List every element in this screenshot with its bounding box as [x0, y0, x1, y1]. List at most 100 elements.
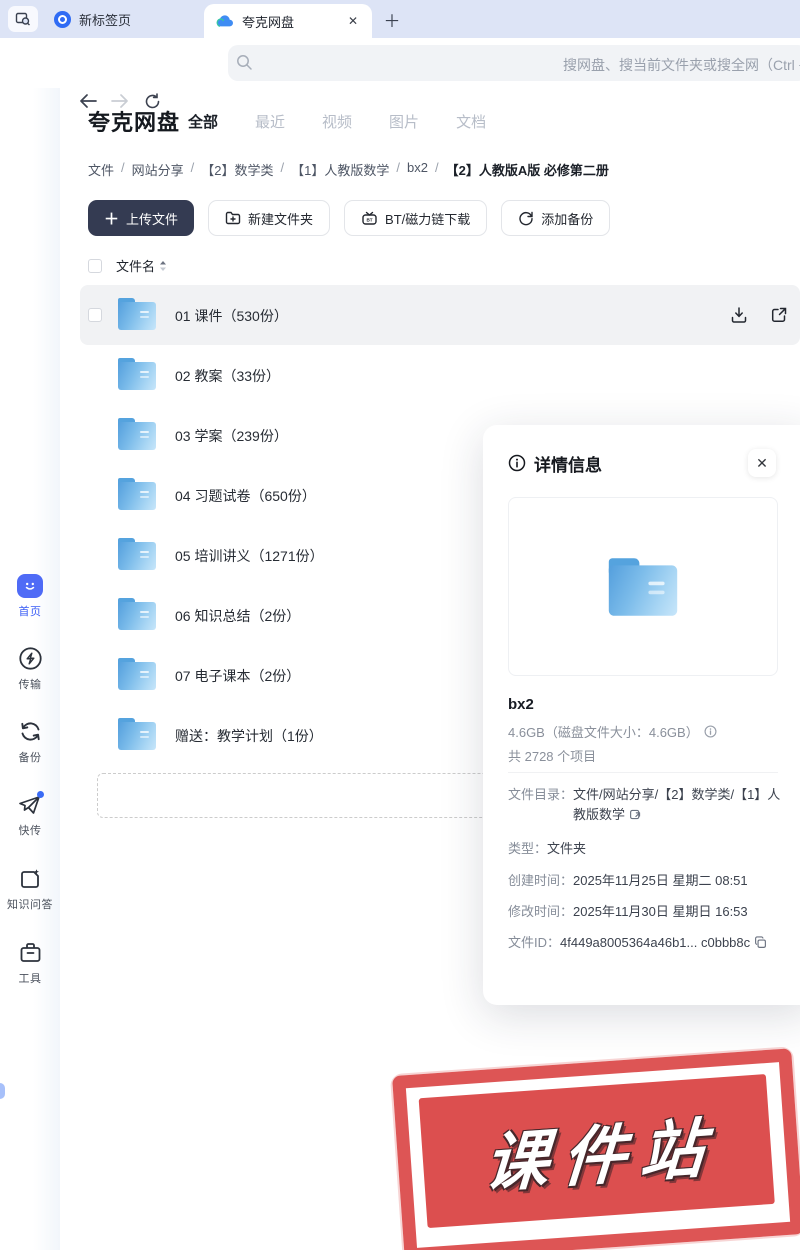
divider [508, 772, 778, 773]
file-name: 赠送：教学计划（1份） [175, 726, 323, 746]
app-window: 新标签页 夸克网盘 ✕ ＋ 搜网盘、搜当前文件夹或搜全网（Ctrl + F） [0, 0, 800, 1250]
details-directory: 文件目录： 文件/网站分享/【2】数学类/【1】人教版数学 [508, 785, 790, 825]
info-icon [508, 454, 526, 472]
breadcrumb-item[interactable]: 网站分享 [132, 160, 184, 179]
app-sidebar: 首页 传输 备份 快传 知识问答 [0, 88, 60, 1250]
sidebar-item-label: 备份 [19, 749, 42, 765]
svg-text:BT: BT [366, 217, 372, 222]
breadcrumb-separator: / [435, 160, 439, 179]
file-row[interactable]: 01 课件（530份） [80, 285, 800, 345]
sidebar-item-label: 工具 [19, 970, 42, 986]
tab-video[interactable]: 视频 [322, 111, 352, 132]
type-label: 类型： [508, 839, 547, 859]
sidebar-item-transfer[interactable]: 传输 [0, 646, 60, 692]
copy-icon[interactable] [754, 936, 767, 949]
page-title: 夸克网盘 [88, 105, 180, 137]
download-icon[interactable] [730, 306, 748, 324]
sidebar-item-tools[interactable]: 工具 [0, 941, 60, 986]
home-icon [17, 574, 43, 598]
folder-icon [118, 478, 156, 510]
breadcrumb-item[interactable]: 【1】人教版数学 [291, 160, 389, 179]
file-name: 06 知识总结（2份） [175, 606, 300, 626]
breadcrumb-item[interactable]: 文件 [88, 160, 114, 179]
tab-label: 新标签页 [79, 10, 131, 29]
breadcrumb-separator: / [121, 160, 125, 179]
notification-dot [37, 791, 44, 798]
breadcrumb-item[interactable]: bx2 [407, 160, 428, 179]
upload-label: 上传文件 [126, 209, 178, 228]
knowledge-qa-icon [18, 867, 43, 891]
browser-tab-newtab[interactable]: 新标签页 [44, 5, 164, 33]
folder-plus-icon [225, 211, 241, 225]
paper-plane-icon [17, 793, 43, 817]
tab-image[interactable]: 图片 [389, 111, 419, 132]
sidebar-item-label: 快传 [19, 822, 42, 838]
backup-circle-icon [518, 210, 534, 226]
goto-folder-icon[interactable] [629, 808, 642, 821]
folder-icon-large [609, 558, 677, 616]
new-folder-button[interactable]: 新建文件夹 [208, 200, 330, 236]
courseware-stamp: 课件站 [392, 1048, 800, 1250]
sidebar-item-knowledge-qa[interactable]: 知识问答 [0, 867, 60, 912]
folder-icon [118, 538, 156, 570]
select-all-checkbox[interactable] [88, 259, 102, 273]
quark-browser-icon [54, 11, 71, 28]
add-backup-button[interactable]: 添加备份 [501, 200, 610, 236]
breadcrumb-separator: / [191, 160, 195, 179]
breadcrumb-item[interactable]: 【2】数学类 [201, 160, 273, 179]
sidebar-item-quick-send[interactable]: 快传 [0, 793, 60, 838]
open-share-icon[interactable] [770, 306, 788, 324]
details-folder-name: bx2 [508, 696, 534, 713]
row-checkbox[interactable] [88, 308, 102, 322]
sidebar-item-backup[interactable]: 备份 [0, 719, 60, 765]
list-header: 文件名 [88, 256, 167, 275]
details-header: 详情信息 ✕ [508, 449, 788, 477]
transfer-icon [18, 646, 43, 671]
created-value: 2025年11月25日 星期二 08:51 [573, 871, 748, 891]
details-close-button[interactable]: ✕ [748, 449, 776, 477]
browser-tabbar: 新标签页 夸克网盘 ✕ ＋ [0, 0, 800, 38]
tab-search-button[interactable] [8, 6, 38, 32]
folder-preview-card [508, 497, 778, 676]
breadcrumb-separator: / [281, 160, 285, 179]
modified-value: 2025年11月30日 星期日 16:53 [573, 902, 748, 922]
stamp-text: 课件站 [472, 1096, 722, 1206]
upload-button[interactable]: ＋ 上传文件 [88, 200, 194, 236]
tab-recent[interactable]: 最近 [255, 111, 285, 132]
details-type: 类型： 文件夹 [508, 839, 790, 859]
details-panel: 详情信息 ✕ bx2 4.6GB（磁盘文件大小：4.6GB） 共 2728 个项… [483, 425, 800, 1005]
tab-all[interactable]: 全部 [188, 111, 218, 132]
info-icon-small[interactable] [704, 725, 717, 738]
plus-icon: ＋ [104, 208, 119, 229]
tab-doc[interactable]: 文档 [456, 111, 486, 132]
folder-icon [118, 358, 156, 390]
row-actions [730, 306, 788, 324]
category-tabs: 全部 最近 视频 图片 文档 [188, 111, 486, 132]
add-backup-label: 添加备份 [541, 209, 593, 228]
browser-tab-quark-drive[interactable]: 夸克网盘 ✕ [204, 4, 372, 38]
folder-icon [118, 658, 156, 690]
search-placeholder: 搜网盘、搜当前文件夹或搜全网（Ctrl + F） [563, 55, 800, 75]
column-filename[interactable]: 文件名 [116, 256, 167, 275]
file-name: 05 培训讲义（1271份） [175, 546, 324, 566]
toolbox-icon [18, 941, 43, 965]
sidebar-item-label: 传输 [19, 676, 42, 692]
file-name: 01 课件（530份） [175, 306, 288, 326]
new-tab-button[interactable]: ＋ [380, 7, 404, 31]
file-name: 04 习题试卷（650份） [175, 486, 316, 506]
details-title: 详情信息 [534, 451, 748, 476]
folder-icon [118, 418, 156, 450]
created-label: 创建时间： [508, 871, 573, 891]
folder-icon [118, 598, 156, 630]
bt-download-button[interactable]: BT BT/磁力链下载 [344, 200, 487, 236]
sidebar-item-home[interactable]: 首页 [0, 574, 60, 619]
edge-handle[interactable] [0, 1083, 5, 1099]
type-value: 文件夹 [547, 839, 586, 859]
bt-download-label: BT/磁力链下载 [385, 209, 470, 228]
backup-sync-icon [18, 719, 43, 744]
file-row[interactable]: 02 教案（33份） [80, 345, 800, 405]
cloud-icon [216, 14, 234, 28]
tab-close-icon[interactable]: ✕ [344, 12, 362, 30]
filename-label: 文件名 [116, 256, 155, 275]
file-name: 07 电子课本（2份） [175, 666, 300, 686]
